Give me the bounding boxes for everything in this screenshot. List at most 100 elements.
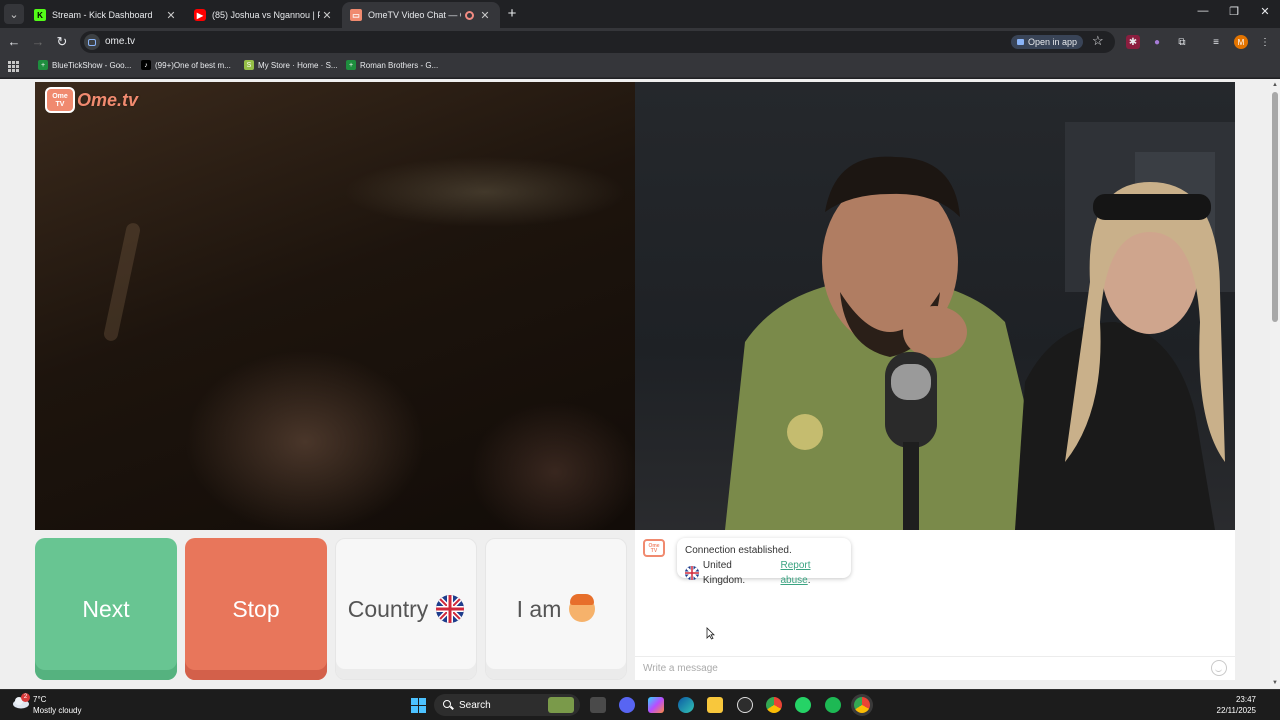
ometv-logo[interactable]: Ome TV Ome.tv [45, 87, 138, 113]
bookmarks-bar: + BlueTickShow - Goo... ♪ (99+)One of be… [0, 56, 1280, 78]
bookmark-roman-brothers[interactable]: + Roman Brothers - G... [346, 60, 438, 70]
tab-search-button[interactable]: ⌄ [4, 4, 24, 24]
self-video-scene [725, 122, 1235, 530]
self-video [635, 82, 1235, 530]
close-window-button[interactable]: ✕ [1257, 5, 1273, 18]
address-bar[interactable]: ome.tv Open in app ☆ [80, 31, 1115, 53]
profile-avatar[interactable]: M [1234, 35, 1248, 49]
url-text: ome.tv [105, 36, 136, 47]
search-icon [443, 700, 451, 708]
file-explorer-icon[interactable] [707, 697, 723, 713]
bookmark-my-store[interactable]: S My Store · Home · S... [244, 60, 338, 70]
sheets-icon: + [346, 60, 356, 70]
clock-date: 22/11/2025 [1216, 706, 1256, 715]
scrollbar-thumb[interactable] [1272, 92, 1278, 322]
system-message: Connection established. United Kingdom. … [677, 538, 851, 586]
next-label: Next [82, 595, 130, 622]
restore-button[interactable]: ❐ [1226, 5, 1242, 18]
partner-country: United Kingdom. [702, 560, 746, 586]
report-abuse-link[interactable]: Report abuse [780, 560, 810, 586]
weather-widget[interactable]: 7°C Mostly cloudy [33, 694, 81, 716]
ometv-chat-icon: Ome TV [643, 539, 665, 557]
extensions-puzzle-icon[interactable]: ⧉ [1175, 35, 1189, 49]
whatsapp-icon[interactable] [795, 697, 811, 713]
minimize-button[interactable]: — [1195, 5, 1211, 17]
woman-top [1015, 322, 1215, 530]
kick-icon: K [34, 9, 46, 21]
bookmark-label: BlueTickShow - Goo... [52, 60, 132, 70]
scroll-up-icon[interactable]: ▲ [1272, 82, 1278, 88]
ometv-logo-text: Ome.tv [77, 89, 139, 110]
back-button[interactable]: ← [6, 34, 22, 49]
new-tab-button[interactable]: + [504, 5, 520, 22]
extension-purple-icon[interactable]: ● [1150, 35, 1164, 49]
taskbar-search-label: Search [459, 699, 491, 711]
forward-button[interactable]: → [30, 34, 46, 49]
i-am-button[interactable]: I am [485, 538, 627, 680]
open-in-app-label: Open in app [1028, 37, 1078, 47]
spotify-icon[interactable] [825, 697, 841, 713]
i-am-label: I am [516, 595, 562, 622]
task-view-icon[interactable] [590, 697, 606, 713]
open-in-app-button[interactable]: Open in app [1011, 35, 1084, 49]
weather-temp: 7°C [33, 695, 47, 704]
tab-title: OmeTV Video Chat — Ome [368, 10, 461, 20]
bookmark-label: Roman Brothers - G... [360, 60, 439, 70]
taskbar-search[interactable]: Search [434, 694, 580, 716]
chat-panel: Ome TV Connection established. United Ki… [635, 530, 1235, 680]
recording-icon [465, 10, 474, 20]
uk-flag-icon [685, 566, 699, 580]
apps-grid-icon[interactable] [8, 61, 19, 72]
connection-status: Connection established. [685, 545, 792, 556]
message-input[interactable]: Write a message [635, 656, 1235, 680]
headband [1093, 194, 1211, 220]
bookmark-label: My Store · Home · S... [258, 60, 338, 70]
bookmark-tiktok[interactable]: ♪ (99+)One of best m... [141, 60, 231, 70]
tab-title: Stream - Kick Dashboard [52, 10, 153, 20]
close-tab-icon[interactable]: ✕ [164, 9, 178, 22]
emoji-icon[interactable] [1211, 660, 1227, 676]
bookmark-star-icon[interactable]: ☆ [1092, 33, 1104, 49]
chrome-profile-icon[interactable] [854, 697, 870, 713]
windows-start-icon[interactable] [411, 698, 426, 713]
media-control-icon[interactable]: ≡ [1209, 35, 1223, 49]
stop-button[interactable]: Stop [185, 538, 327, 680]
uk-flag-icon [436, 595, 465, 623]
country-label: Country [347, 595, 429, 622]
reload-button[interactable]: ↻ [54, 34, 70, 50]
clock-app-icon[interactable] [737, 697, 753, 713]
mouse-cursor-icon [706, 627, 715, 640]
close-tab-icon[interactable]: ✕ [478, 9, 492, 22]
copilot-icon[interactable] [648, 697, 664, 713]
country-button[interactable]: Country [335, 538, 477, 680]
scroll-down-icon[interactable]: ▼ [1272, 680, 1278, 686]
search-highlight-icon [548, 697, 574, 713]
clock-time: 23:47 [1235, 695, 1256, 704]
app-icon [1017, 39, 1024, 45]
menu-kebab-icon[interactable]: ⋮ [1258, 35, 1272, 49]
tab-kick-dashboard[interactable]: K Stream - Kick Dashboard ✕ [26, 2, 186, 28]
windows-taskbar: 2 7°C Mostly cloudy Search 23:47 22/11/2… [0, 689, 1280, 720]
bookmark-label: (99+)One of best m... [155, 60, 231, 70]
youtube-icon: ▶ [194, 9, 206, 21]
boy-face-icon [569, 594, 596, 622]
weather-desc: Mostly cloudy [33, 706, 82, 715]
system-clock[interactable]: 23:47 22/11/2025 [1217, 694, 1256, 716]
extension-red-icon[interactable]: ✱ [1126, 35, 1140, 49]
shopify-icon: S [244, 60, 254, 70]
next-button[interactable]: Next [35, 538, 177, 680]
bookmark-bluetickshow[interactable]: + BlueTickShow - Goo... [38, 60, 131, 70]
tab-youtube[interactable]: ▶ (85) Joshua vs Ngannou | FULL ✕ [186, 2, 342, 28]
tab-ometv[interactable]: ▭ OmeTV Video Chat — Ome ✕ [342, 2, 500, 28]
tab-strip: ⌄ K Stream - Kick Dashboard ✕ ▶ (85) Jos… [0, 0, 1280, 28]
close-tab-icon[interactable]: ✕ [320, 9, 334, 22]
message-placeholder: Write a message [643, 663, 718, 674]
stranger-video [35, 82, 635, 530]
page-scrollbar[interactable]: ▲ ▼ [1270, 80, 1280, 688]
ometv-tab-icon: ▭ [350, 9, 362, 21]
chrome-icon[interactable] [766, 697, 782, 713]
sheets-icon: + [38, 60, 48, 70]
discord-icon[interactable] [619, 697, 635, 713]
site-info-icon[interactable] [84, 34, 100, 50]
edge-icon[interactable] [678, 697, 694, 713]
